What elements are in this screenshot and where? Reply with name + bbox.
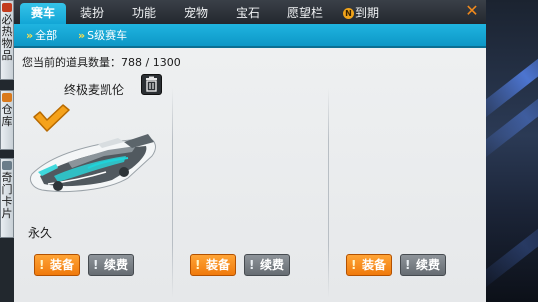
item-count-separator: / (145, 56, 150, 69)
tab-label: 愿望栏 (286, 6, 323, 20)
renew-button[interactable]: ! 续费 (244, 254, 290, 276)
warehouse-icon (2, 93, 12, 102)
background-scene (486, 0, 538, 302)
exclamation-icon: ! (195, 258, 201, 272)
tab-outfit[interactable]: 装扮 (72, 3, 112, 24)
double-chevron-right-icon: » (26, 29, 34, 42)
item-name: 终极麦凯伦 (64, 83, 125, 97)
sidebar-item-hot-items[interactable]: 必热物品 (0, 0, 14, 80)
tab-label: 功能 (131, 6, 156, 20)
subtab-label: S级赛车 (87, 29, 128, 42)
new-badge-icon: N (342, 8, 354, 19)
renew-button[interactable]: ! 续费 (400, 254, 446, 276)
tab-label: 宠物 (183, 6, 208, 20)
column-divider (172, 88, 173, 298)
sidebar-item-label: 仓库 (1, 103, 13, 128)
tab-wishlist[interactable]: 愿望栏 (280, 3, 330, 24)
equip-button-label: 装备 (49, 258, 74, 272)
equip-button[interactable]: ! 装备 (34, 254, 80, 276)
item-grid: 您当前的道具数量：788 / 1300 终极麦凯伦 永久 ! 装备 ! 续费 !… (14, 48, 486, 302)
equip-button-label: 装备 (205, 258, 230, 272)
tab-label: 装扮 (79, 6, 104, 20)
sidebar-item-cards[interactable]: 奇门卡片 (0, 158, 14, 238)
background-light-stripe (486, 204, 538, 290)
category-tabbar: 赛车 装扮 功能 宠物 宝石 愿望栏 N 到期 ✕ (14, 0, 486, 25)
exclamation-icon: ! (351, 258, 357, 272)
item-count-capacity: 1300 (152, 56, 181, 69)
equip-button-label: 装备 (361, 258, 386, 272)
left-sidebar: 必热物品 仓库 奇门卡片 (0, 0, 14, 302)
tab-function[interactable]: 功能 (124, 3, 164, 24)
tab-label: 到期 (354, 6, 379, 20)
subtab-all[interactable]: » 全部 (26, 28, 57, 44)
tab-label: 赛车 (30, 6, 55, 20)
subtab-label: 全部 (35, 29, 58, 42)
equip-button[interactable]: ! 装备 (190, 254, 236, 276)
exclamation-icon: ! (39, 258, 45, 272)
column-divider (328, 88, 329, 298)
subcategory-bar: » 全部 » S级赛车 (14, 24, 486, 48)
sidebar-item-label: 奇门卡片 (1, 171, 13, 220)
game-screen: 必热物品 仓库 奇门卡片 赛车 装扮 功能 宠物 宝石 愿望栏 N 到期 ✕ »… (0, 0, 538, 302)
exclamation-icon: ! (249, 258, 255, 272)
trash-icon[interactable] (141, 74, 162, 95)
item-count-current: 788 (121, 56, 142, 69)
renew-button-label: 续费 (103, 258, 128, 272)
car-image (29, 134, 156, 192)
exclamation-icon: ! (405, 258, 411, 272)
equip-button[interactable]: ! 装备 (346, 254, 392, 276)
tab-label: 宝石 (235, 6, 260, 20)
double-chevron-right-icon: » (78, 29, 86, 42)
subtab-s-class-car[interactable]: » S级赛车 (78, 28, 127, 44)
tab-expiring[interactable]: N 到期 (338, 3, 384, 24)
item-duration: 永久 (28, 226, 53, 240)
item-count-label: 您当前的道具数量： (22, 56, 121, 69)
renew-button-label: 续费 (259, 258, 284, 272)
sidebar-item-label: 必热物品 (1, 13, 13, 62)
hot-items-icon (2, 3, 12, 12)
inventory-window: 赛车 装扮 功能 宠物 宝石 愿望栏 N 到期 ✕ » 全部 » S级赛车 您当… (14, 0, 486, 302)
tab-racing-car[interactable]: 赛车 (20, 3, 66, 24)
renew-button-label: 续费 (415, 258, 440, 272)
item-count: 您当前的道具数量：788 / 1300 (22, 54, 181, 70)
renew-button[interactable]: ! 续费 (88, 254, 134, 276)
close-icon[interactable]: ✕ (464, 2, 480, 20)
exclamation-icon: ! (93, 258, 99, 272)
cards-icon (2, 161, 12, 170)
sidebar-item-warehouse[interactable]: 仓库 (0, 90, 14, 150)
tab-pet[interactable]: 宠物 (176, 3, 216, 24)
tab-gem[interactable]: 宝石 (228, 3, 268, 24)
